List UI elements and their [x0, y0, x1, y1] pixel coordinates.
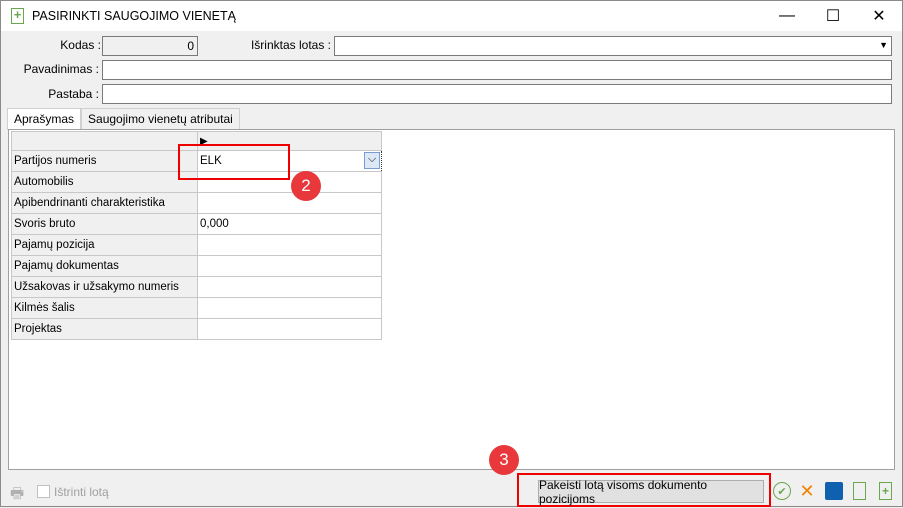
chevron-down-icon[interactable]: ▼	[879, 40, 888, 50]
kodas-field: 0	[102, 36, 198, 56]
attribute-value[interactable]	[197, 297, 382, 319]
attribute-value[interactable]: 0,000	[197, 213, 382, 235]
highlight-box-2	[178, 144, 290, 180]
grid-row[interactable]: Pajamų pozicija	[11, 234, 382, 256]
new-document-icon: +	[11, 8, 24, 24]
pastaba-input[interactable]	[102, 84, 892, 104]
lotas-select[interactable]: ▼	[334, 36, 892, 56]
title-bar: + PASIRINKTI SAUGOJIMO VIENETĄ — ☐ ✕	[1, 1, 902, 31]
attribute-value[interactable]	[197, 276, 382, 298]
attribute-name: Pajamų pozicija	[11, 234, 198, 256]
pastaba-label: Pastaba :	[48, 87, 99, 101]
delete-lot-label: Ištrinti lotą	[54, 485, 109, 499]
delete-lot-checkbox[interactable]	[37, 485, 50, 498]
attribute-name: Svoris bruto	[11, 213, 198, 235]
close-button[interactable]: ✕	[856, 1, 902, 31]
confirm-icon[interactable]: ✔	[773, 482, 791, 500]
cancel-icon[interactable]: ✕	[798, 481, 816, 501]
pavadinimas-input[interactable]	[102, 60, 892, 80]
tab-aprasymas[interactable]: Aprašymas	[7, 108, 82, 130]
attribute-value[interactable]	[197, 255, 382, 277]
attribute-value[interactable]	[197, 318, 382, 340]
new-document-button-icon[interactable]: +	[879, 482, 892, 500]
grid-row[interactable]: Projektas	[11, 318, 382, 340]
dialog-window: + PASIRINKTI SAUGOJIMO VIENETĄ — ☐ ✕ Kod…	[0, 0, 903, 507]
attribute-name: Partijos numeris	[11, 150, 198, 172]
lotas-label: Išrinktas lotas :	[250, 38, 331, 52]
grid-row[interactable]: Užsakovas ir užsakymo numeris	[11, 276, 382, 298]
attribute-name: Kilmės šalis	[11, 297, 198, 319]
minimize-button[interactable]: —	[764, 1, 810, 31]
save-icon[interactable]	[825, 482, 843, 500]
attributes-panel: ▶ Partijos numeris ELK ⌵ Automobilis Apibend…	[8, 129, 895, 470]
change-lot-all-positions-button[interactable]: Pakeisti lotą visoms dokumento pozicijom…	[538, 478, 764, 506]
grid-row[interactable]: Apibendrinanti charakteristika	[11, 192, 382, 214]
step-badge-3: 3	[489, 445, 519, 475]
attribute-name: Projektas	[11, 318, 198, 340]
window-title: PASIRINKTI SAUGOJIMO VIENETĄ	[32, 9, 236, 23]
step-badge-2: 2	[291, 171, 321, 201]
attribute-name: Automobilis	[11, 171, 198, 193]
attribute-name: Apibendrinanti charakteristika	[11, 192, 198, 214]
pavadinimas-label: Pavadinimas :	[23, 62, 99, 76]
kodas-label: Kodas :	[60, 38, 101, 52]
copy-document-icon[interactable]	[853, 482, 866, 500]
attribute-value-text: 0,000	[200, 218, 229, 230]
tab-atributai[interactable]: Saugojimo vienetų atributai	[81, 108, 240, 129]
grid-row[interactable]: Kilmės šalis	[11, 297, 382, 319]
attribute-name: Pajamų dokumentas	[11, 255, 198, 277]
attribute-value[interactable]	[197, 234, 382, 256]
attribute-value[interactable]	[197, 192, 382, 214]
print-icon[interactable]: 🖶	[10, 483, 24, 508]
maximize-button[interactable]: ☐	[810, 1, 856, 31]
attribute-name: Užsakovas ir užsakymo numeris	[11, 276, 198, 298]
grid-row[interactable]: Pajamų dokumentas	[11, 255, 382, 277]
chevron-down-icon[interactable]: ⌵	[364, 152, 380, 169]
grid-row[interactable]: Svoris bruto 0,000	[11, 213, 382, 235]
